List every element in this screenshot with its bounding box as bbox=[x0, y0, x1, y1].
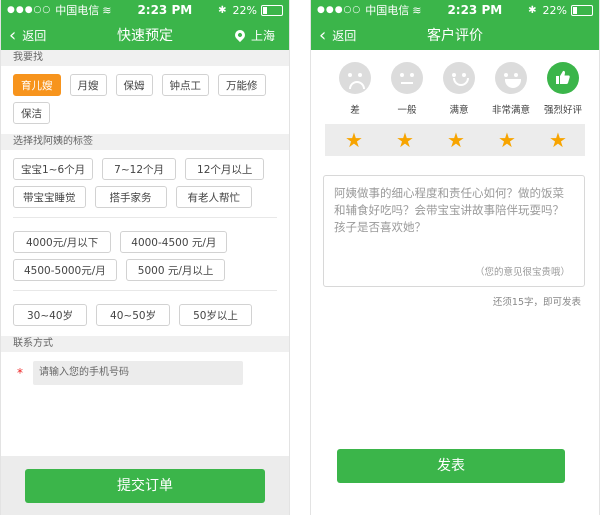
signal-icon: ●●●○○ bbox=[317, 5, 362, 15]
nav-bar: ‹ 返回 客户评价 bbox=[311, 20, 599, 50]
grin-face-icon bbox=[495, 62, 527, 94]
rating-very-satisfied[interactable]: 非常满意 bbox=[485, 62, 537, 116]
page-title: 快速预定 bbox=[117, 28, 173, 44]
location-label: 上海 bbox=[250, 28, 275, 43]
tag-housekeeper[interactable]: 保姆 bbox=[115, 74, 153, 96]
rating-label: 一般 bbox=[397, 105, 417, 116]
review-placeholder: 阿姨做事的细心程度和责任心如何？做的饭菜和辅食好吃吗？会带宝宝讲故事陪伴玩耍吗？… bbox=[334, 186, 564, 234]
thumbs-up-icon bbox=[547, 62, 579, 94]
tag-salary-below-4000[interactable]: 4000元/月以下 bbox=[13, 231, 112, 253]
tag-baby-sleep[interactable]: 带宝宝睡觉 bbox=[13, 186, 86, 208]
tag-cleaner[interactable]: 保洁 bbox=[13, 102, 50, 124]
back-button[interactable]: ‹ 返回 bbox=[9, 20, 46, 50]
star-icon[interactable]: ★ bbox=[445, 130, 467, 150]
review-hint: （您的意见很宝贵哦） bbox=[474, 267, 570, 278]
battery-percent: 22% bbox=[232, 3, 257, 17]
battery-icon bbox=[571, 4, 593, 16]
publish-button[interactable]: 发表 bbox=[337, 449, 565, 483]
section-find-header: 我要找 bbox=[1, 50, 289, 66]
status-bar: ●●●○○ 中国电信 ≋ 2:23 PM ✱ 22% bbox=[311, 0, 599, 20]
back-label: 返回 bbox=[332, 28, 357, 43]
tag-age-40-50[interactable]: 40~50岁 bbox=[96, 304, 171, 326]
smile-face-icon bbox=[443, 62, 475, 94]
tag-nanny-infant[interactable]: 育儿嫂 bbox=[13, 74, 61, 96]
star-icon[interactable]: ★ bbox=[496, 130, 518, 150]
salary-tags: 4000元/月以下 4000-4500 元/月 4500-5000元/月 500… bbox=[1, 223, 289, 285]
rating-options: 差 一般 满意 非常满意 强烈好评 bbox=[311, 50, 599, 116]
star-rating: ★ ★ ★ ★ ★ bbox=[325, 124, 585, 156]
tag-salary-above-5000[interactable]: 5000 元/月以上 bbox=[125, 259, 226, 281]
care-tags: 宝宝1~6个月 7~12个月 12个月以上 带宝宝睡觉 搭手家务 有老人帮忙 bbox=[1, 150, 289, 212]
quick-booking-screen: ●●●○○ 中国电信 ≋ 2:23 PM ✱ 22% ‹ 返回 快速预定 上海 … bbox=[0, 0, 290, 515]
age-tags: 30~40岁 40~50岁 50岁以上 bbox=[1, 296, 289, 330]
tag-housework-help[interactable]: 搭手家务 bbox=[94, 186, 167, 208]
rating-label: 强烈好评 bbox=[543, 105, 582, 116]
bluetooth-icon: ✱ bbox=[218, 4, 227, 16]
submit-bar: 提交订单 bbox=[1, 456, 289, 515]
phone-field-row: * 请输入您的手机号码 bbox=[1, 352, 289, 385]
battery-percent: 22% bbox=[542, 3, 567, 17]
section-contact-header: 联系方式 bbox=[1, 336, 289, 352]
tag-baby-1-6-months[interactable]: 宝宝1~6个月 bbox=[13, 158, 94, 180]
wifi-icon: ≋ bbox=[102, 3, 112, 17]
rating-average[interactable]: 一般 bbox=[381, 62, 433, 116]
tag-salary-4000-4500[interactable]: 4000-4500 元/月 bbox=[120, 231, 228, 253]
clock: 2:23 PM bbox=[447, 3, 503, 17]
signal-icon: ●●●○○ bbox=[7, 5, 52, 15]
rating-label: 满意 bbox=[449, 105, 469, 116]
customer-review-screen: ●●●○○ 中国电信 ≋ 2:23 PM ✱ 22% ‹ 返回 客户评价 差 一… bbox=[310, 0, 600, 515]
carrier-label: 中国电信 bbox=[365, 4, 410, 17]
bluetooth-icon: ✱ bbox=[528, 4, 537, 16]
page-title: 客户评价 bbox=[427, 28, 483, 44]
location-selector[interactable]: 上海 bbox=[232, 20, 275, 50]
star-icon[interactable]: ★ bbox=[394, 130, 416, 150]
star-icon[interactable]: ★ bbox=[343, 130, 365, 150]
back-label: 返回 bbox=[22, 28, 47, 43]
chevron-left-icon: ‹ bbox=[9, 24, 17, 46]
battery-icon bbox=[261, 4, 283, 16]
neutral-face-icon bbox=[391, 62, 423, 94]
tag-12-months-plus[interactable]: 12个月以上 bbox=[185, 158, 265, 180]
submit-order-button[interactable]: 提交订单 bbox=[25, 468, 265, 503]
tag-handyman[interactable]: 万能修 bbox=[218, 74, 266, 96]
clock: 2:23 PM bbox=[137, 3, 193, 17]
status-bar: ●●●○○ 中国电信 ≋ 2:23 PM ✱ 22% bbox=[1, 0, 289, 20]
tag-elder-help[interactable]: 有老人帮忙 bbox=[175, 186, 252, 208]
tag-age-30-40[interactable]: 30~40岁 bbox=[13, 304, 88, 326]
divider bbox=[13, 217, 277, 218]
phone-input[interactable]: 请输入您的手机号码 bbox=[33, 361, 243, 385]
rating-label: 差 bbox=[350, 105, 360, 116]
location-pin-icon bbox=[232, 27, 248, 43]
tag-maternity-matron[interactable]: 月嫂 bbox=[69, 74, 107, 96]
char-counter: 还须15字，即可发表 bbox=[492, 297, 581, 308]
wifi-icon: ≋ bbox=[412, 3, 422, 17]
back-button[interactable]: ‹ 返回 bbox=[319, 20, 356, 50]
section-tags-header: 选择找阿姨的标签 bbox=[1, 134, 289, 150]
tag-age-50-plus[interactable]: 50岁以上 bbox=[179, 304, 252, 326]
rating-label: 非常满意 bbox=[491, 105, 530, 116]
review-textarea[interactable]: 阿姨做事的细心程度和责任心如何？做的饭菜和辅食好吃吗？会带宝宝讲故事陪伴玩耍吗？… bbox=[323, 175, 585, 287]
divider bbox=[13, 290, 277, 291]
star-icon[interactable]: ★ bbox=[547, 130, 569, 150]
carrier-label: 中国电信 bbox=[55, 4, 100, 17]
rating-poor[interactable]: 差 bbox=[329, 62, 381, 116]
rating-satisfied[interactable]: 满意 bbox=[433, 62, 485, 116]
rating-highly-recommend[interactable]: 强烈好评 bbox=[537, 62, 589, 116]
sad-face-icon bbox=[339, 62, 371, 94]
service-type-tags: 育儿嫂 月嫂 保姆 钟点工 万能修 保洁 bbox=[1, 66, 289, 128]
nav-bar: ‹ 返回 快速预定 上海 bbox=[1, 20, 289, 50]
tag-7-12-months[interactable]: 7~12个月 bbox=[102, 158, 177, 180]
tag-hourly-worker[interactable]: 钟点工 bbox=[161, 74, 209, 96]
tag-salary-4500-5000[interactable]: 4500-5000元/月 bbox=[13, 259, 117, 281]
chevron-left-icon: ‹ bbox=[319, 24, 327, 46]
required-mark: * bbox=[17, 366, 23, 380]
